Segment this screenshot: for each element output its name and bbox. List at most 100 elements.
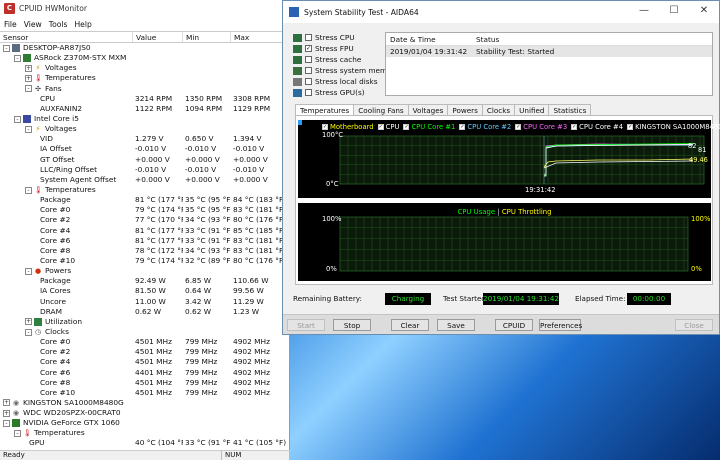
sensor-value: 81.50 W (135, 286, 166, 296)
collapse-icon[interactable]: - (14, 54, 21, 62)
stress-option[interactable]: Stress cache (293, 54, 399, 65)
collapse-icon[interactable]: - (14, 115, 21, 123)
table-row[interactable]: 2019/01/04 19:31:42 Stability Test: Star… (386, 46, 712, 57)
stop-button[interactable]: Stop (333, 319, 371, 331)
sensor-row[interactable]: + Utilization (0, 317, 289, 327)
clear-button[interactable]: Clear (391, 319, 429, 331)
tab-cooling-fans[interactable]: Cooling Fans (353, 104, 409, 115)
collapse-icon[interactable]: - (14, 429, 21, 437)
stress-checkbox[interactable] (305, 78, 312, 85)
sensor-tree[interactable]: - DESKTOP-AR87JS0- ASRock Z370M-STX MXM + ⚡ V… (0, 43, 289, 448)
sensor-row[interactable]: - Intel Core i5 (0, 114, 289, 124)
sensor-name: Core #6 (40, 235, 71, 245)
sensor-max: -0.010 V (233, 164, 265, 174)
collapse-icon[interactable]: - (25, 85, 32, 93)
sensor-row[interactable]: LLC/Ring Offset -0.010 V -0.010 V -0.010 V (0, 165, 289, 175)
sensor-row[interactable]: Core #0 79 °C (174 °F) 35 °C (95 °F) 83 °C … (0, 205, 289, 215)
sensor-row[interactable]: Package 81 °C (177 °F) 35 °C (95 °F) 84 °C … (0, 195, 289, 205)
sensor-row[interactable]: Core #10 4501 MHz 799 MHz 4902 MHz (0, 388, 289, 398)
hwmonitor-titlebar[interactable]: C CPUID HWMonitor (0, 0, 289, 17)
sensor-row[interactable]: Core #6 81 °C (177 °F) 33 °C (91 °F) 83 °C … (0, 236, 289, 246)
tab-unified[interactable]: Unified (514, 104, 550, 115)
sensor-row[interactable]: Core #8 4501 MHz 799 MHz 4902 MHz (0, 378, 289, 388)
sensor-row[interactable]: + 🌡 Temperatures (0, 73, 289, 83)
sensor-row[interactable]: CPU 3214 RPM 1350 RPM 3308 RPM (0, 94, 289, 104)
stress-checkbox[interactable]: ✓ (305, 45, 312, 52)
sensor-row[interactable]: - 🌡 Temperatures (0, 185, 289, 195)
sensor-row[interactable]: + ◉ KINGSTON SA1000M8480G (0, 398, 289, 408)
save-button[interactable]: Save (437, 319, 475, 331)
sensor-row[interactable]: VID 1.279 V 0.650 V 1.394 V (0, 134, 289, 144)
sensor-row[interactable]: Uncore 11.00 W 3.42 W 11.29 W (0, 297, 289, 307)
sensor-row[interactable]: - ◷ Clocks (0, 327, 289, 337)
tab-statistics[interactable]: Statistics (548, 104, 592, 115)
menu-view[interactable]: View (24, 20, 42, 29)
menu-file[interactable]: File (4, 20, 17, 29)
sensor-row[interactable]: IA Cores 81.50 W 0.64 W 99.56 W (0, 286, 289, 296)
col-min[interactable]: Min (183, 32, 231, 42)
close-button[interactable]: Close (675, 319, 713, 331)
sensor-row[interactable]: System Agent Offset +0.000 V +0.000 V +0.00… (0, 175, 289, 185)
sensor-row[interactable]: Core #2 77 °C (170 °F) 34 °C (93 °F) 80 °C … (0, 215, 289, 225)
sensor-row[interactable]: - 🌡 Temperatures (0, 428, 289, 438)
sensor-row[interactable]: - ⚡ Voltages (0, 124, 289, 134)
collapse-icon[interactable]: - (25, 328, 32, 336)
collapse-icon[interactable]: - (3, 44, 10, 52)
menu-help[interactable]: Help (74, 20, 91, 29)
menu-tools[interactable]: Tools (49, 20, 68, 29)
tab-voltages[interactable]: Voltages (407, 104, 449, 115)
col-max[interactable]: Max (231, 32, 287, 42)
sensor-row[interactable]: Core #8 78 °C (172 °F) 34 °C (93 °F) 83 °C … (0, 246, 289, 256)
maximize-button[interactable]: ☐ (659, 1, 689, 21)
stress-checkbox[interactable] (305, 56, 312, 63)
sensor-min: 33 °C (91 °F) (185, 438, 231, 448)
sensor-row[interactable]: - NVIDIA GeForce GTX 1060 (0, 418, 289, 428)
sensor-row[interactable]: - ✣ Fans (0, 84, 289, 94)
tab-powers[interactable]: Powers (447, 104, 483, 115)
stress-option[interactable]: Stress CPU (293, 32, 399, 43)
sensor-row[interactable]: Core #0 4501 MHz 799 MHz 4902 MHz (0, 337, 289, 347)
sensor-row[interactable]: GT Offset +0.000 V +0.000 V +0.000 V (0, 155, 289, 165)
sensor-row[interactable]: AUXFANIN2 1122 RPM 1094 RPM 1129 RPM (0, 104, 289, 114)
sensor-row[interactable]: Core #4 4501 MHz 799 MHz 4902 MHz (0, 357, 289, 367)
stress-checkbox[interactable] (305, 34, 312, 41)
sensor-row[interactable]: Core #6 4401 MHz 799 MHz 4902 MHz (0, 368, 289, 378)
sensor-row[interactable]: DRAM 0.62 W 0.62 W 1.23 W (0, 307, 289, 317)
collapse-icon[interactable]: - (25, 267, 32, 275)
sensor-row[interactable]: + ⚡ Voltages (0, 63, 289, 73)
expand-icon[interactable]: + (25, 74, 32, 82)
sensor-value (133, 327, 183, 337)
collapse-icon[interactable]: - (3, 419, 10, 427)
sensor-row[interactable]: - DESKTOP-AR87JS0 (0, 43, 289, 53)
sensor-row[interactable]: + ◉ WDC WD20SPZX-00CRAT0 (0, 408, 289, 418)
close-window-button[interactable]: ✕ (689, 1, 719, 21)
sensor-row[interactable]: IA Offset -0.010 V -0.010 V -0.010 V (0, 144, 289, 154)
stress-option[interactable]: Stress local disks (293, 76, 399, 87)
col-value[interactable]: Value (133, 32, 183, 42)
stress-option[interactable]: ✓ Stress FPU (293, 43, 399, 54)
start-button[interactable]: Start (287, 319, 325, 331)
cpuid-button[interactable]: CPUID (495, 319, 533, 331)
stress-option[interactable]: Stress GPU(s) (293, 87, 399, 98)
expand-icon[interactable]: + (3, 409, 10, 417)
sensor-row[interactable]: Package 92.49 W 6.85 W 110.66 W (0, 276, 289, 286)
expand-icon[interactable]: + (25, 64, 32, 72)
aida64-titlebar[interactable]: System Stability Test - AIDA64 — ☐ ✕ (283, 1, 719, 23)
stress-checkbox[interactable] (305, 67, 312, 74)
expand-icon[interactable]: + (3, 399, 10, 407)
expand-icon[interactable]: + (25, 318, 32, 326)
col-sensor[interactable]: Sensor (0, 32, 133, 42)
minimize-button[interactable]: — (629, 1, 659, 21)
sensor-row[interactable]: - ● Powers (0, 266, 289, 276)
stress-option[interactable]: Stress system memory (293, 65, 399, 76)
sensor-row[interactable]: - ASRock Z370M-STX MXM (0, 53, 289, 63)
preferences-button[interactable]: Preferences (539, 319, 582, 331)
stress-checkbox[interactable] (305, 89, 312, 96)
sensor-row[interactable]: Core #2 4501 MHz 799 MHz 4902 MHz (0, 347, 289, 357)
sensor-row[interactable]: Core #10 79 °C (174 °F) 32 °C (89 °F) 80 °C… (0, 256, 289, 266)
tab-clocks[interactable]: Clocks (481, 104, 516, 115)
collapse-icon[interactable]: - (25, 186, 32, 194)
sensor-row[interactable]: Core #4 81 °C (177 °F) 33 °C (91 °F) 85 °C … (0, 226, 289, 236)
collapse-icon[interactable]: - (25, 125, 32, 133)
sensor-row[interactable]: GPU 40 °C (104 °F) 33 °C (91 °F) 41 °C (105… (0, 438, 289, 448)
